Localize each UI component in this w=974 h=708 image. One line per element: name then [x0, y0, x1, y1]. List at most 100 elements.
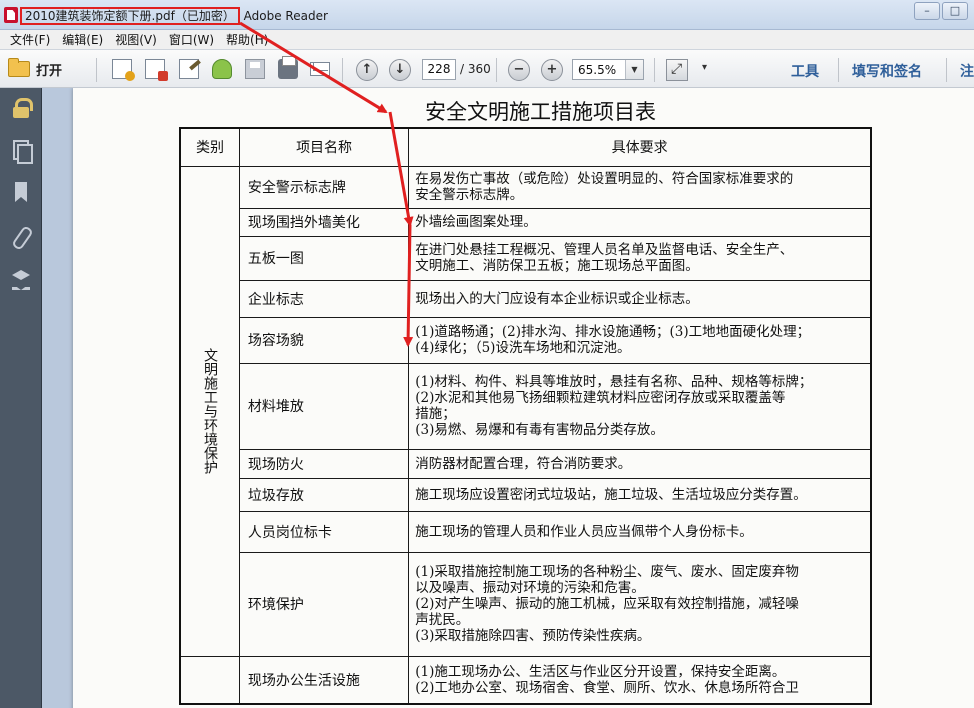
requirement-line: (3)采取措施除四害、预防传染性疾病。	[415, 628, 651, 644]
zoom-in-button[interactable]: +	[541, 59, 563, 81]
fill-sign-button[interactable]: 填写和签名	[852, 61, 922, 81]
requirement-cell: 外墙绘画图案处理。	[408, 207, 872, 237]
toolbar-divider	[342, 58, 343, 82]
requirement-line: (1)采取措施控制施工现场的各种粉尘、废气、废水、固定废弃物	[415, 564, 799, 580]
window-controls: – □	[914, 2, 968, 20]
table-row: 现场围挡外墙美化 外墙绘画图案处理。	[180, 207, 872, 237]
zoom-out-button[interactable]: −	[508, 59, 530, 81]
save-icon[interactable]	[245, 59, 265, 79]
toolbar: 打开 ↑ ↓ 228 / 360 − + 65.5% ▼ ▾ 工具 填写和签名 …	[0, 50, 974, 88]
table-row: 企业标志 现场出入的大门应设有本企业标识或企业标志。	[180, 279, 872, 318]
item-name-cell: 现场围挡外墙美化	[238, 207, 410, 237]
window-title: 2010建筑装饰定额下册.pdf（已加密） Adobe Reader	[20, 7, 328, 25]
adobe-reader-icon	[4, 7, 18, 23]
item-name-cell: 五板一图	[238, 235, 410, 281]
table-row: 现场防火 消防器材配置合理，符合消防要求。	[180, 448, 872, 479]
menu-bar: 文件(F) 编辑(E) 视图(V) 窗口(W) 帮助(H)	[0, 30, 974, 50]
lock-icon[interactable]	[11, 98, 33, 118]
requirement-line: (4)绿化；（5)设洗车场地和沉淀池。	[415, 340, 631, 356]
item-name-cell: 环境保护	[238, 551, 410, 657]
item-name-cell: 现场防火	[238, 448, 410, 479]
attachment-icon[interactable]	[11, 226, 31, 246]
requirement-line: (2)对产生噪声、振动的施工机械，应采取有效控制措施，减轻噪	[415, 596, 799, 612]
tools-button[interactable]: 工具	[791, 61, 819, 81]
requirement-line: (3)易燃、易爆和有毒有害物品分类存放。	[415, 422, 664, 438]
requirement-line: 现场出入的大门应设有本企业标识或企业标志。	[415, 290, 699, 307]
requirement-line: 消防器材配置合理，符合消防要求。	[415, 455, 632, 472]
requirement-cell: 现场出入的大门应设有本企业标识或企业标志。	[408, 279, 872, 318]
full-screen-icon[interactable]	[666, 59, 688, 81]
category-cell: 文明施工与环境保护	[179, 165, 240, 657]
open-button[interactable]: 打开	[8, 58, 78, 80]
edit-pdf-icon[interactable]	[179, 59, 199, 79]
requirement-line: 以及噪声、振动对环境的污染和危害。	[415, 580, 645, 596]
requirement-cell: (1)材料、构件、料具等堆放时，悬挂有名称、品种、规格等标牌； (2)水泥和其他易…	[408, 362, 872, 450]
item-name-cell: 现场办公生活设施	[238, 655, 410, 705]
requirement-line: 外墙绘画图案处理。	[415, 214, 537, 230]
requirement-line: 在进门处悬挂工程概况、管理人员名单及监督电话、安全生产、	[415, 242, 794, 258]
header-requirements: 具体要求	[408, 127, 872, 167]
measures-table: 类别 项目名称 具体要求 文明施工与环境保护 安全警示标志牌 在易发伤亡事故（或危险…	[179, 127, 872, 705]
title-bar: 2010建筑装饰定额下册.pdf（已加密） Adobe Reader – □	[0, 0, 974, 30]
zoom-select[interactable]: 65.5% ▼	[572, 59, 644, 80]
table-row: 人员岗位标卡 施工现场的管理人员和作业人员应当佩带个人身份标卡。	[180, 510, 872, 553]
menu-view[interactable]: 视图(V)	[111, 31, 165, 48]
page-total: / 360	[460, 62, 491, 76]
header-category: 类别	[179, 127, 240, 167]
requirement-cell: (1)道路畅通；(2)排水沟、排水设施通畅；(3)工地地面硬化处理； (4)绿化；…	[408, 316, 872, 364]
table-row: 文明施工与环境保护 安全警示标志牌 在易发伤亡事故（或危险）处设置明显的、符合国家标…	[179, 165, 872, 657]
page-number-input[interactable]: 228	[422, 59, 456, 80]
comment-button[interactable]: 注	[960, 61, 974, 81]
toolbar-more-icon[interactable]: ▾	[702, 62, 707, 73]
page-thumbnails-icon[interactable]	[11, 140, 33, 164]
table-row: 五板一图 在进门处悬挂工程概况、管理人员名单及监督电话、安全生产、 文明施工、消防保…	[180, 235, 872, 281]
navigation-pane	[0, 88, 42, 708]
chevron-down-icon[interactable]: ▼	[625, 60, 643, 79]
requirement-line: (1)材料、构件、料具等堆放时，悬挂有名称、品种、规格等标牌；	[415, 374, 813, 390]
next-page-button[interactable]: ↓	[389, 59, 411, 81]
category-label: 文明施工与环境保护	[201, 348, 218, 474]
table-row: 现场办公生活设施 (1)施工现场办公、生活区与作业区分开设置，保持安全距离。 (2)…	[179, 655, 872, 705]
toolbar-divider	[838, 58, 839, 82]
file-name-highlight: 2010建筑装饰定额下册.pdf（已加密）	[20, 7, 240, 25]
document-viewport[interactable]: 安全文明施工措施项目表 类别 项目名称 具体要求 文明施工与环境保护 安全警示标志…	[43, 88, 974, 708]
menu-file[interactable]: 文件(F)	[6, 31, 58, 48]
requirement-line: 安全警示标志牌。	[415, 187, 524, 203]
create-pdf-icon[interactable]	[112, 59, 135, 81]
item-name-cell: 材料堆放	[238, 362, 410, 450]
pdf-page: 安全文明施工措施项目表 类别 项目名称 具体要求 文明施工与环境保护 安全警示标志…	[73, 88, 974, 708]
requirement-cell: 在易发伤亡事故（或危险）处设置明显的、符合国家标准要求的 安全警示标志牌。	[408, 165, 872, 209]
item-name-cell: 垃圾存放	[238, 477, 410, 512]
toolbar-divider	[496, 58, 497, 82]
requirement-line: (1)施工现场办公、生活区与作业区分开设置，保持安全距离。	[415, 663, 786, 680]
requirement-line: 声扰民。	[415, 612, 470, 628]
menu-window[interactable]: 窗口(W)	[165, 31, 222, 48]
maximize-button[interactable]: □	[942, 2, 968, 20]
requirement-line: 文明施工、消防保卫五板；施工现场总平面图。	[415, 258, 699, 274]
upload-cloud-icon[interactable]	[212, 59, 232, 79]
requirement-line: (2)水泥和其他易飞扬细颗粒建筑材料应密闭存放或采取覆盖等	[415, 390, 786, 406]
export-pdf-icon[interactable]	[145, 59, 168, 81]
app-name: Adobe Reader	[243, 9, 328, 23]
item-name-cell: 安全警示标志牌	[238, 165, 410, 209]
item-name-cell: 企业标志	[238, 279, 410, 318]
menu-edit[interactable]: 编辑(E)	[58, 31, 111, 48]
table-row: 垃圾存放 施工现场应设置密闭式垃圾站，施工垃圾、生活垃圾应分类存置。	[180, 477, 872, 512]
table-body: 文明施工与环境保护 安全警示标志牌 在易发伤亡事故（或危险）处设置明显的、符合国家标…	[179, 165, 872, 705]
print-icon[interactable]	[278, 56, 298, 79]
requirement-cell: 施工现场的管理人员和作业人员应当佩带个人身份标卡。	[408, 510, 872, 553]
open-label: 打开	[36, 63, 63, 79]
menu-help[interactable]: 帮助(H)	[222, 31, 276, 48]
bookmark-icon[interactable]	[11, 182, 31, 202]
requirement-cell: 施工现场应设置密闭式垃圾站，施工垃圾、生活垃圾应分类存置。	[408, 477, 872, 512]
table-row: 场容场貌 (1)道路畅通；(2)排水沟、排水设施通畅；(3)工地地面硬化处理； (4…	[180, 316, 872, 364]
previous-page-button[interactable]: ↑	[356, 59, 378, 81]
email-icon[interactable]	[310, 62, 330, 76]
toolbar-divider	[654, 58, 655, 82]
requirement-cell: 消防器材配置合理，符合消防要求。	[408, 448, 872, 479]
minimize-button[interactable]: –	[914, 2, 940, 20]
requirement-cell: 在进门处悬挂工程概况、管理人员名单及监督电话、安全生产、 文明施工、消防保卫五板；…	[408, 235, 872, 281]
category-cell-next	[179, 655, 240, 705]
layers-icon[interactable]	[11, 268, 31, 288]
item-name-cell: 人员岗位标卡	[238, 510, 410, 553]
